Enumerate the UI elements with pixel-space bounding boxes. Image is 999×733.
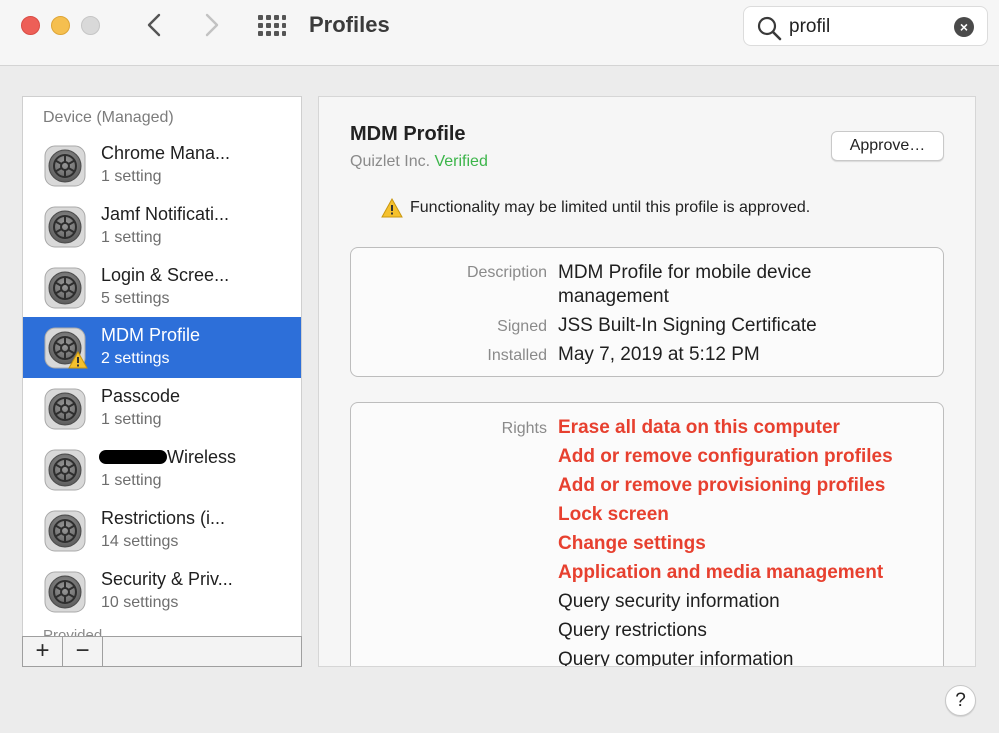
sidebar-item-jamf[interactable]: Jamf Notificati... 1 setting [23, 196, 301, 257]
installed-label: Installed [487, 347, 547, 364]
approve-button[interactable]: Approve… [831, 131, 944, 161]
redaction-mark [99, 450, 167, 464]
profile-gear-icon [44, 206, 86, 248]
sidebar-item-count: 2 settings [101, 350, 170, 367]
show-all-button[interactable] [257, 14, 287, 38]
sidebar-item-label: Security & Priv... [101, 569, 233, 589]
clear-search-icon[interactable]: × [954, 17, 974, 37]
profile-organization: Quizlet Inc. Verified [350, 153, 488, 171]
signed-label: Signed [497, 318, 547, 335]
right-item: Lock screen [558, 504, 669, 525]
profile-gear-icon [44, 510, 86, 552]
profile-gear-icon [44, 571, 86, 613]
sidebar-item-label: Wireless [167, 447, 237, 467]
remove-profile-button[interactable]: − [63, 637, 103, 666]
right-item: Query restrictions [558, 620, 707, 641]
right-item: Add or remove provisioning profiles [558, 475, 886, 496]
profile-info-box: Description MDM Profile for mobile devic… [350, 247, 944, 377]
sidebar-item-mdm-profile[interactable]: MDM Profile 2 settings [23, 317, 301, 378]
right-item: Add or remove configuration profiles [558, 446, 893, 467]
profile-gear-icon [44, 267, 86, 309]
sidebar-item-login[interactable]: Login & Scree... 5 settings [23, 257, 301, 318]
verified-status: Verified [434, 153, 488, 170]
sidebar-item-label: Login & Scree... [101, 265, 230, 285]
warning-text: Functionality may be limited until this … [410, 199, 811, 216]
sidebar-item-label: Passcode [101, 386, 181, 406]
profile-gear-icon [44, 388, 86, 430]
profile-title: MDM Profile [350, 123, 466, 145]
installed-value: May 7, 2019 at 5:12 PM [558, 344, 760, 365]
back-button[interactable] [140, 10, 170, 40]
sidebar-item-count: 10 settings [101, 594, 179, 611]
description-value: MDM Profile for mobile device management [558, 262, 812, 307]
right-item: Query security information [558, 591, 780, 612]
organization-name: Quizlet Inc. [350, 153, 431, 170]
profiles-sidebar: Device (Managed) Chrome Mana... 1 settin… [22, 96, 302, 667]
right-item: Application and media management [558, 562, 884, 583]
chevron-right-icon [205, 13, 219, 37]
sidebar-item-count: 1 setting [101, 411, 162, 428]
sidebar-item-security[interactable]: Security & Priv... 10 settings [23, 561, 301, 622]
profile-gear-icon [44, 449, 86, 491]
window-title: Profiles [309, 12, 390, 37]
profile-rights-box: Rights Erase all data on this computer A… [350, 402, 944, 667]
sidebar-footer: + − [22, 636, 302, 667]
sidebar-section-heading: Device (Managed) [43, 109, 174, 126]
sidebar-item-label: Chrome Mana... [101, 143, 231, 163]
right-item: Change settings [558, 533, 706, 554]
description-label: Description [466, 264, 547, 281]
signed-value: JSS Built-In Signing Certificate [558, 315, 817, 336]
sidebar-item-label: Restrictions (i... [101, 508, 226, 528]
profile-detail-panel: MDM Profile Quizlet Inc. Verified Approv… [318, 96, 976, 667]
search-field[interactable]: × [743, 6, 988, 46]
sidebar-item-chrome[interactable]: Chrome Mana... 1 setting [23, 135, 301, 196]
search-input[interactable] [789, 14, 939, 40]
help-button[interactable]: ? [945, 685, 976, 716]
sidebar-item-label: Jamf Notificati... [101, 204, 230, 224]
sidebar-item-count: 5 settings [101, 290, 170, 307]
right-item: Erase all data on this computer [558, 417, 840, 438]
forward-button[interactable] [196, 10, 226, 40]
warning-icon [381, 198, 403, 218]
warning-badge-icon [68, 351, 88, 369]
rights-label: Rights [501, 420, 547, 437]
sidebar-item-count: 1 setting [101, 168, 162, 185]
sidebar-item-passcode[interactable]: Passcode 1 setting [23, 378, 301, 439]
sidebar-item-count: 14 settings [101, 533, 179, 550]
add-profile-button[interactable]: + [23, 637, 63, 666]
search-icon [757, 16, 782, 41]
right-item: Query computer information [558, 649, 794, 667]
sidebar-item-wireless[interactable]: Wireless 1 setting [23, 439, 301, 500]
zoom-window-button[interactable] [81, 16, 100, 35]
sidebar-item-label: MDM Profile [101, 325, 201, 345]
chevron-left-icon [147, 13, 161, 37]
sidebar-item-count: 1 setting [101, 472, 162, 489]
close-window-button[interactable] [21, 16, 40, 35]
toolbar: Profiles × [0, 0, 999, 66]
minimize-window-button[interactable] [51, 16, 70, 35]
grid-icon [258, 15, 286, 36]
sidebar-item-restrictions[interactable]: Restrictions (i... 14 settings [23, 500, 301, 561]
profile-gear-icon [44, 145, 86, 187]
sidebar-item-count: 1 setting [101, 229, 162, 246]
